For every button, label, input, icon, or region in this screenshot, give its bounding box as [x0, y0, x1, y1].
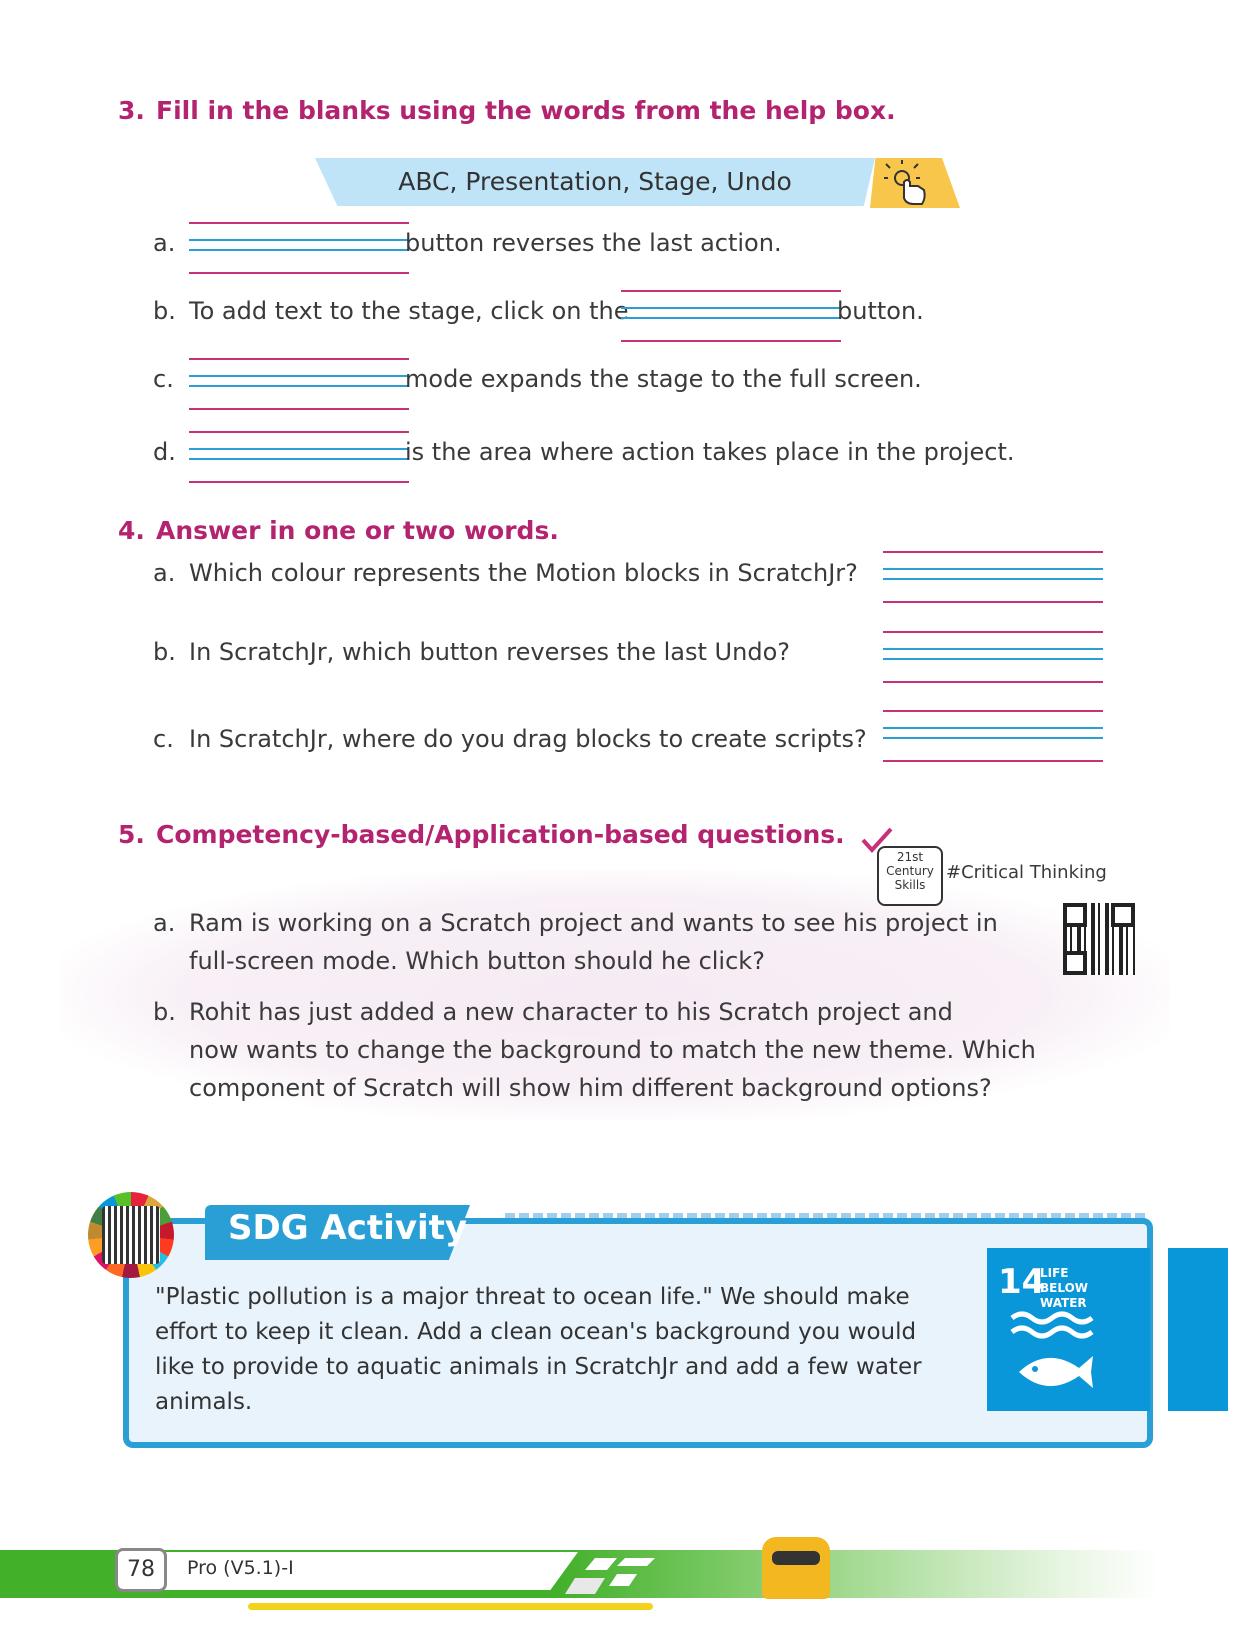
q5a-line-2: full-screen mode. Which button should he… — [189, 947, 765, 975]
q3d-answer-blank[interactable] — [189, 431, 409, 483]
q3c-label: c. — [153, 365, 174, 393]
critical-thinking-tag: #Critical Thinking — [946, 862, 1107, 883]
sdg-goal-number: 14 — [998, 1262, 1046, 1302]
tap-hand-icon — [870, 158, 960, 208]
qr-code-icon[interactable] — [1063, 903, 1135, 975]
q3d-label: d. — [153, 438, 176, 466]
sdg-wheel-qr-icon[interactable] — [88, 1192, 174, 1278]
sdg-title: SDG Activity — [228, 1208, 468, 1248]
q4-heading: 4. Answer in one or two words. — [118, 516, 559, 545]
sdg-activity-text: "Plastic pollution is a major threat to … — [155, 1284, 922, 1415]
sdg-goal-tile-edge — [1158, 1248, 1228, 1411]
book-title: Pro (V5.1)-I — [187, 1557, 294, 1579]
q4b-text: In ScratchJr, which button reverses the … — [189, 638, 790, 666]
q4c-answer-blank[interactable] — [883, 710, 1103, 762]
q4a-label: a. — [153, 559, 176, 587]
q3b-text-after: button. — [837, 297, 924, 325]
q3d-text: is the area where action takes place in … — [405, 438, 1015, 466]
q4c-text: In ScratchJr, where do you drag blocks t… — [189, 725, 867, 753]
q5b-line-1: Rohit has just added a new character to … — [189, 998, 953, 1026]
q3-heading: 3. Fill in the blanks using the words fro… — [118, 96, 896, 125]
q5-heading: 5. Competency-based/Application-based que… — [118, 820, 845, 849]
q3c-answer-blank[interactable] — [189, 358, 409, 410]
sdg-goal-label: LIFE BELOW WATER — [1040, 1266, 1088, 1310]
robot-mascot-icon — [762, 1537, 830, 1599]
q3b-text-before: To add text to the stage, click on the — [189, 297, 629, 325]
q3c-text: mode expands the stage to the full scree… — [405, 365, 922, 393]
q4c-label: c. — [153, 725, 174, 753]
century-skills-badge: 21st Century Skills — [877, 846, 943, 906]
q5a-label: a. — [153, 909, 176, 937]
page-number: 78 — [115, 1548, 167, 1592]
q3a-label: a. — [153, 229, 176, 257]
q5b-label: b. — [153, 998, 176, 1026]
help-box-words: ABC, Presentation, Stage, Undo — [398, 167, 792, 196]
q4a-text: Which colour represents the Motion block… — [189, 559, 858, 587]
q3a-answer-blank[interactable] — [189, 222, 409, 274]
q4a-answer-blank[interactable] — [883, 551, 1103, 603]
q4b-label: b. — [153, 638, 176, 666]
q5b-line-2: now wants to change the background to ma… — [189, 1036, 1036, 1064]
q5b-line-3: component of Scratch will show him diffe… — [189, 1074, 992, 1102]
fish-waves-icon — [1010, 1311, 1094, 1388]
footer-stripes — [555, 1550, 705, 1602]
footer-yellow-line — [248, 1603, 653, 1610]
q3b-label: b. — [153, 297, 176, 325]
q3b-answer-blank[interactable] — [621, 290, 841, 342]
q3a-text: button reverses the last action. — [405, 229, 782, 257]
q4b-answer-blank[interactable] — [883, 631, 1103, 683]
q5a-line-1: Ram is working on a Scratch project and … — [189, 909, 998, 937]
